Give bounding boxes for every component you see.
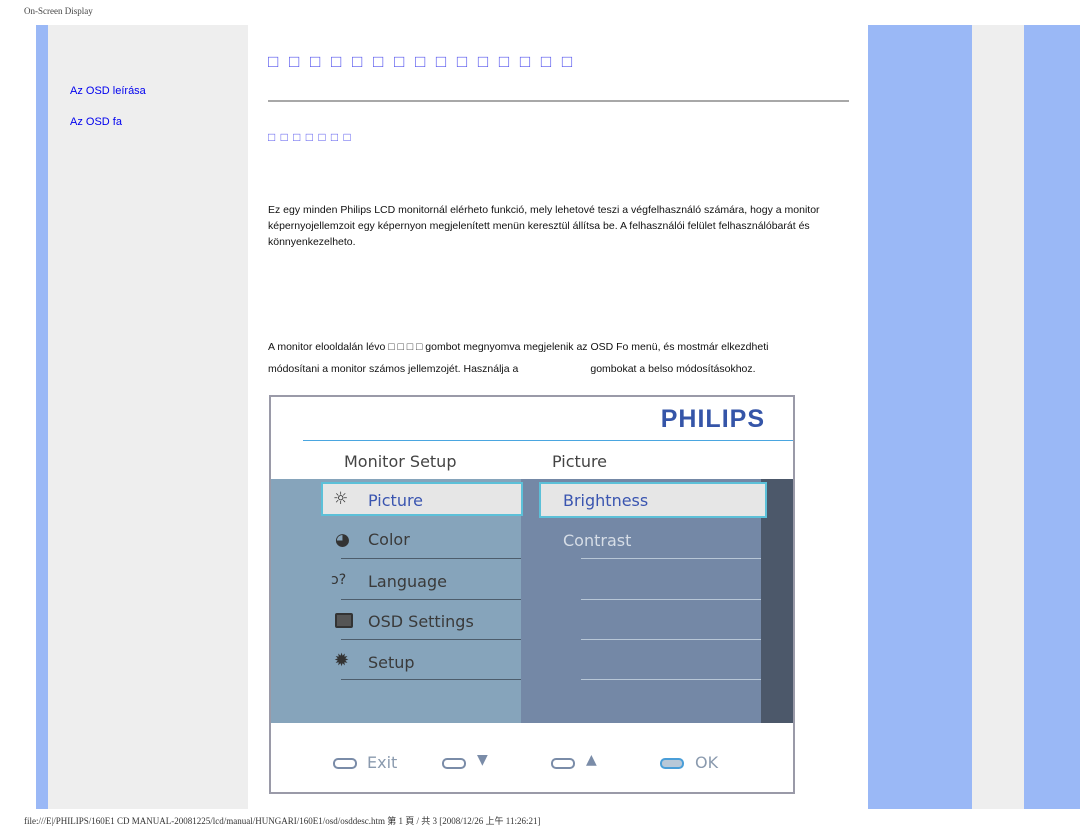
philips-logo: PHILIPS [660,405,765,433]
exit-button-icon [333,758,357,769]
sep [581,679,761,680]
intro-paragraph: Ez egy minden Philips LCD monitornál elé… [268,204,820,248]
section-title: □ □ □ □ □ □ □ [268,130,351,144]
menu-item-color: Color [368,530,410,549]
submenu-item-brightness: Brightness [563,491,649,510]
text: módosítani a monitor számos jellemzojét.… [268,363,519,375]
sun-icon: ☼ [333,489,349,509]
page-title: □ □ □ □ □ □ □ □ □ □ □ □ □ □ □ [268,52,573,71]
up-button-icon [551,758,575,769]
screen-icon [335,613,353,628]
sidebar: Az OSD leírása Az OSD fa [48,25,248,809]
right-strip-2 [972,25,1024,809]
speech-icon: ↄ? [331,572,347,588]
menu-item-language: Language [368,572,447,591]
divider [268,100,849,102]
instruction-line-1: A monitor elooldalán lévo □ □ □ □ gombot… [268,339,868,355]
sep [341,558,521,559]
sep [581,558,761,559]
sep [341,599,521,600]
osd-left-header: Monitor Setup [344,452,457,471]
instruction-line-2: módosítani a monitor számos jellemzojét.… [268,361,868,377]
menu-item-picture: Picture [368,491,424,510]
exit-label: Exit [367,753,398,772]
right-strip-3 [1024,25,1080,809]
menu-item-setup: Setup [368,653,415,672]
ok-label: OK [695,753,719,772]
submenu-item-contrast: Contrast [563,531,632,550]
text: gombot megnyomva megjelenik az OSD Fo me… [425,341,769,353]
button-glyphs: □ □ □ □ [388,341,423,353]
osd-right-header: Picture [552,452,608,471]
header-line [303,440,793,441]
text: A monitor elooldalán lévo [268,341,386,353]
down-arrow-icon: ▼ [477,752,488,768]
sep [341,639,521,640]
sep [581,599,761,600]
osd-screenshot: PHILIPS Monitor Setup Picture ☼ Picture … [269,395,795,794]
page-header: On-Screen Display [24,6,93,16]
sep [341,679,521,680]
nav-link-osd-tree[interactable]: Az OSD fa [70,116,122,128]
right-strip-1 [868,25,972,809]
ok-button-icon [660,758,684,769]
palette-icon: ◕ [335,530,350,550]
down-button-icon [442,758,466,769]
left-strip [36,25,48,809]
text: gombokat a belso módosításokhoz. [590,363,756,375]
nav-link-osd-description[interactable]: Az OSD leírása [70,85,146,97]
menu-item-osd-settings: OSD Settings [368,612,474,631]
up-arrow-icon: ▲ [586,752,597,768]
gear-icon: ✹ [334,650,350,671]
footer-path: file:///E|/PHILIPS/160E1 CD MANUAL-20081… [24,816,541,826]
sep [581,639,761,640]
